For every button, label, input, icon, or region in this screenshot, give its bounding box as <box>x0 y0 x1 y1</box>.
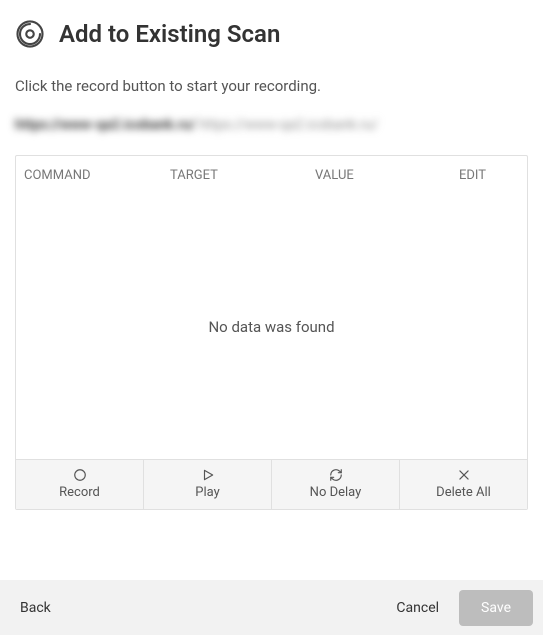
table-body: No data was found <box>16 195 527 459</box>
col-command: COMMAND <box>24 168 170 183</box>
instruction-text: Click the record button to start your re… <box>0 77 543 95</box>
play-icon <box>201 468 215 482</box>
dialog-footer: Back Cancel Save <box>0 580 543 635</box>
col-target: TARGET <box>170 168 315 183</box>
url-display: https://www-qa2.icobank.ru/ https://www-… <box>0 117 543 133</box>
col-value: VALUE <box>315 168 459 183</box>
table-toolbar: Record Play No Delay Delete All <box>16 459 527 509</box>
back-button[interactable]: Back <box>20 600 51 616</box>
close-icon <box>457 468 471 482</box>
cancel-button[interactable]: Cancel <box>376 600 459 616</box>
record-label: Record <box>59 485 100 500</box>
no-delay-button[interactable]: No Delay <box>272 460 400 509</box>
empty-state-message: No data was found <box>208 318 334 336</box>
dialog-title: Add to Existing Scan <box>59 20 280 48</box>
play-button[interactable]: Play <box>144 460 272 509</box>
steps-table: COMMAND TARGET VALUE EDIT No data was fo… <box>15 155 528 510</box>
save-button[interactable]: Save <box>459 590 533 626</box>
target-icon <box>15 19 45 49</box>
delete-all-button[interactable]: Delete All <box>400 460 527 509</box>
url-secondary: https://www-qa2.icobank.ru/ <box>199 117 378 133</box>
play-label: Play <box>195 485 220 500</box>
circle-icon <box>73 468 87 482</box>
record-button[interactable]: Record <box>16 460 144 509</box>
col-edit: EDIT <box>459 168 519 183</box>
refresh-icon <box>329 468 343 482</box>
url-primary: https://www-qa2.icobank.ru/ <box>15 117 196 133</box>
table-header-row: COMMAND TARGET VALUE EDIT <box>16 156 527 195</box>
dialog-header: Add to Existing Scan <box>0 0 543 49</box>
no-delay-label: No Delay <box>310 485 362 500</box>
delete-all-label: Delete All <box>436 485 491 500</box>
